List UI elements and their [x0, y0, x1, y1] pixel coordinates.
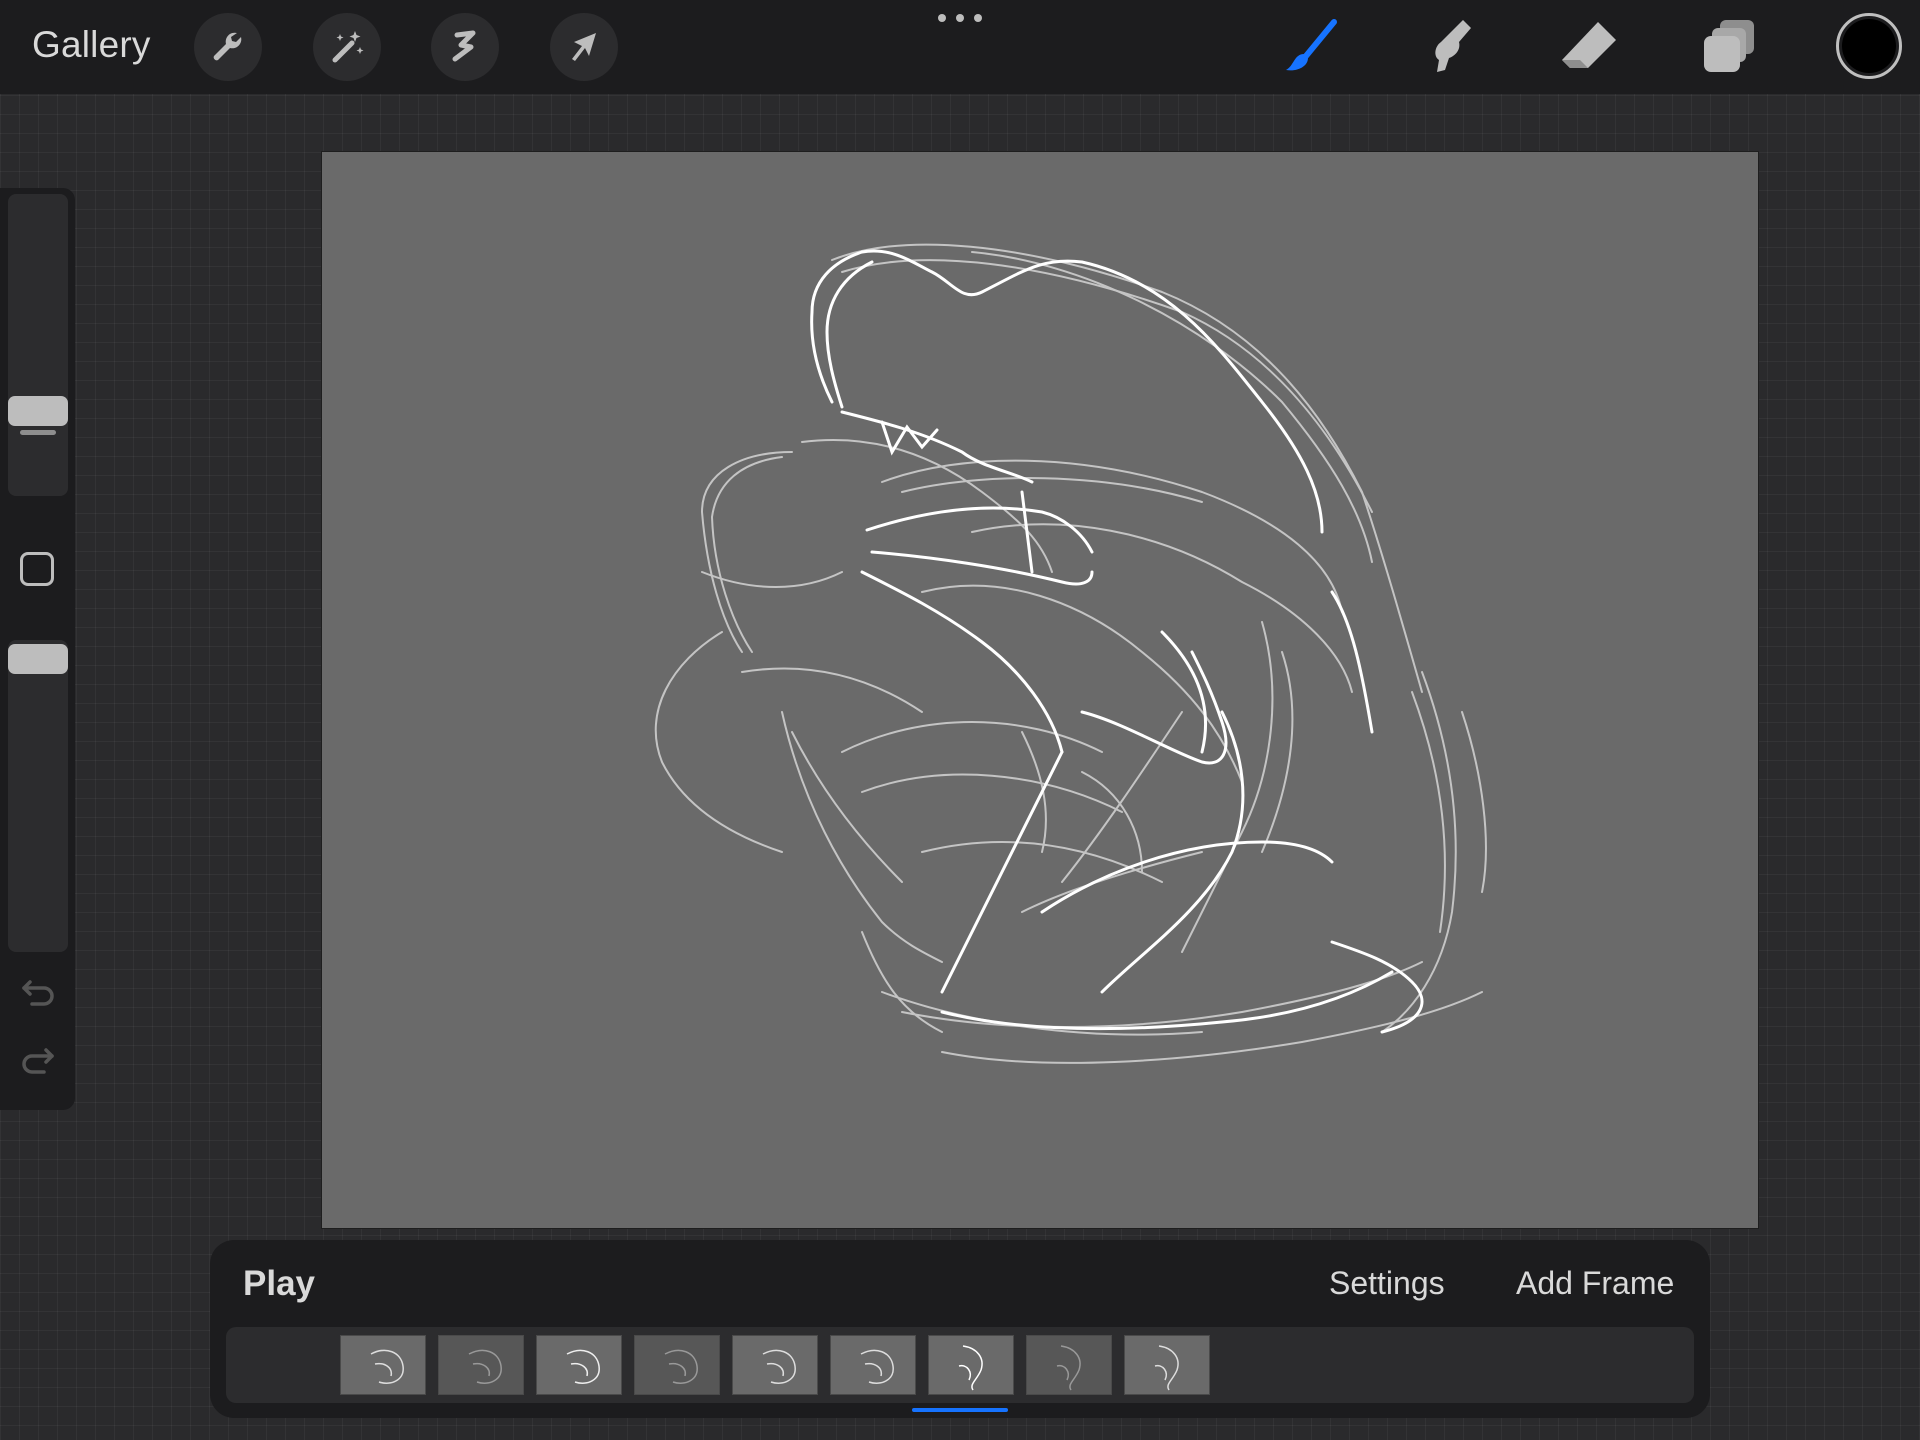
frame-sketch [468, 1349, 502, 1384]
frame-sketch [1056, 1345, 1081, 1391]
brush-size-slider[interactable] [8, 194, 68, 496]
animation-settings-button[interactable]: Settings [1329, 1265, 1445, 1302]
transform-button[interactable] [550, 13, 618, 81]
frame-timeline[interactable] [226, 1327, 1694, 1403]
frame-thumbnail-5[interactable] [732, 1335, 818, 1395]
modify-button[interactable] [20, 552, 54, 586]
animation-assist-panel: Play Settings Add Frame [210, 1240, 1710, 1418]
selection-button[interactable] [431, 13, 499, 81]
eraser-icon [1562, 22, 1616, 68]
frame-sketch [370, 1349, 404, 1384]
frame-thumbnail-9[interactable] [1124, 1335, 1210, 1395]
frame-sketch [1154, 1345, 1179, 1391]
gallery-button[interactable]: Gallery [32, 24, 151, 66]
wrench-icon [213, 32, 242, 61]
brush-tool-button[interactable] [1278, 14, 1344, 80]
smudge-icon [1435, 20, 1471, 72]
frame-sketch [566, 1349, 600, 1384]
sketch-artwork [654, 243, 1487, 1064]
magic-wand-icon [332, 31, 364, 63]
brush-icon [1286, 19, 1337, 71]
drawing-canvas[interactable] [322, 152, 1758, 1228]
brush-size-indicator [20, 430, 56, 435]
opacity-slider[interactable] [8, 640, 68, 952]
add-frame-button[interactable]: Add Frame [1516, 1265, 1674, 1302]
layers-icon [1704, 20, 1754, 72]
frame-thumbnail-6[interactable] [830, 1335, 916, 1395]
left-sidebar [0, 188, 75, 1110]
redo-icon[interactable] [18, 1044, 58, 1084]
eraser-tool-button[interactable] [1556, 14, 1622, 80]
frame-sketch [762, 1349, 796, 1384]
top-toolbar: Gallery [0, 0, 1920, 94]
color-picker-button[interactable] [1836, 13, 1902, 79]
frame-thumbnail-3[interactable] [536, 1335, 622, 1395]
frame-thumbnail-8[interactable] [1026, 1335, 1112, 1395]
layers-button[interactable] [1696, 14, 1762, 80]
frame-sketch [860, 1349, 894, 1384]
current-color-swatch [1842, 19, 1896, 73]
frame-thumbnail-2[interactable] [438, 1335, 524, 1395]
frame-sketch [664, 1349, 698, 1384]
brush-size-thumb[interactable] [8, 396, 68, 426]
adjustments-button[interactable] [313, 13, 381, 81]
home-indicator [912, 1408, 1008, 1412]
frame-thumbnail-7-active[interactable] [928, 1335, 1014, 1395]
undo-icon[interactable] [18, 970, 58, 1010]
transform-arrow-icon [572, 33, 596, 61]
more-options-icon[interactable] [938, 10, 982, 26]
frame-sketch [958, 1345, 983, 1391]
selection-icon [452, 30, 476, 62]
frame-thumbnail-4[interactable] [634, 1335, 720, 1395]
actions-button[interactable] [194, 13, 262, 81]
play-button[interactable]: Play [243, 1264, 315, 1304]
frame-thumbnail-1[interactable] [340, 1335, 426, 1395]
smudge-tool-button[interactable] [1417, 14, 1483, 80]
opacity-thumb[interactable] [8, 644, 68, 674]
